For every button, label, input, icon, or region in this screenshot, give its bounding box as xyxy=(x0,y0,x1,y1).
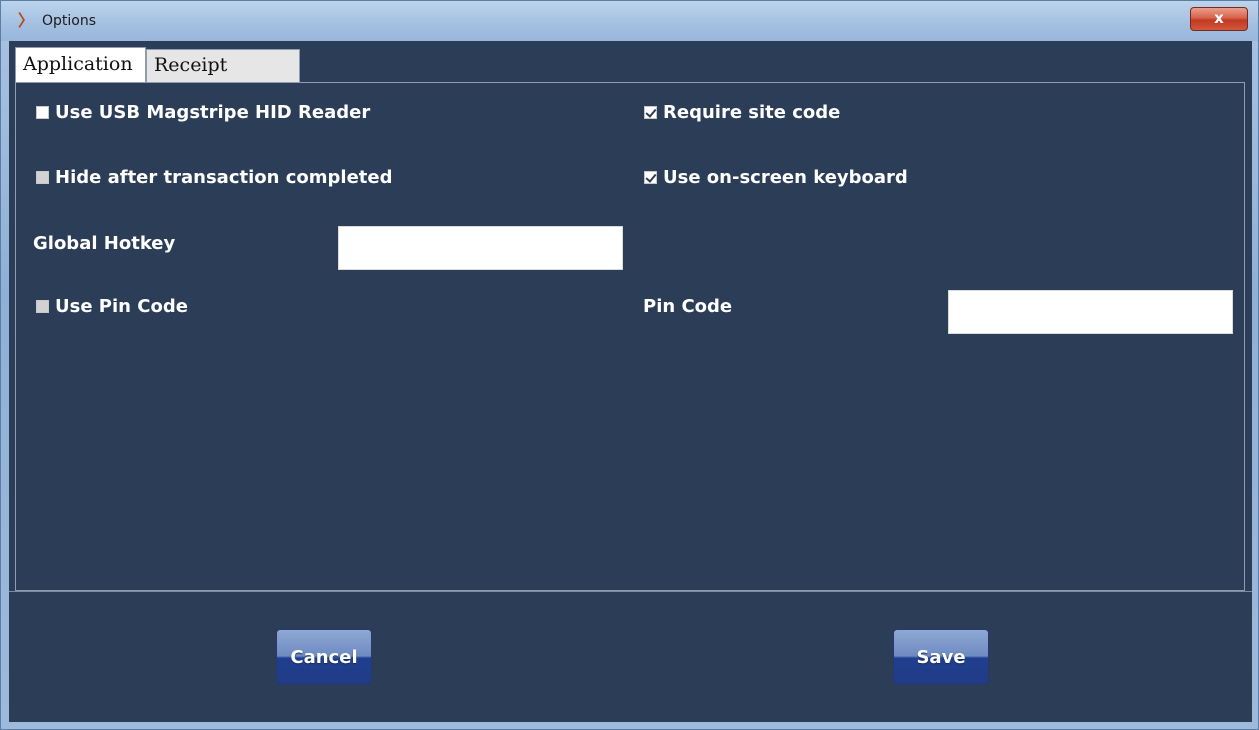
cancel-button[interactable]: Cancel xyxy=(276,629,372,685)
checkbox-box[interactable] xyxy=(644,106,657,119)
checkbox-box[interactable] xyxy=(644,171,657,184)
app-logo-icon: 〉 xyxy=(18,11,35,30)
footer-divider xyxy=(9,591,1252,592)
tab-receipt-printer[interactable]: Receipt Printer xyxy=(146,49,300,107)
pin-code-label: Pin Code xyxy=(643,296,733,317)
require-site-code-checkbox[interactable]: Require site code xyxy=(644,102,840,123)
title-bar[interactable]: 〉 Options x xyxy=(1,1,1258,41)
checkbox-box[interactable] xyxy=(36,300,49,313)
use-onscreen-keyboard-checkbox[interactable]: Use on-screen keyboard xyxy=(644,167,908,188)
dialog-client-area: Receipt Printer Application Use USB Mags… xyxy=(9,41,1252,722)
use-pin-code-label: Use Pin Code xyxy=(55,296,188,317)
tab-application[interactable]: Application xyxy=(15,47,146,83)
window-title: Options xyxy=(42,13,97,29)
pin-code-input[interactable] xyxy=(948,290,1233,334)
hide-after-transaction-label: Hide after transaction completed xyxy=(55,167,393,188)
hide-after-transaction-checkbox[interactable]: Hide after transaction completed xyxy=(36,167,392,188)
use-onscreen-keyboard-label: Use on-screen keyboard xyxy=(663,167,908,188)
require-site-code-label: Require site code xyxy=(663,102,841,123)
global-hotkey-input[interactable] xyxy=(338,226,623,270)
use-usb-magstripe-checkbox[interactable]: Use USB Magstripe HID Reader xyxy=(36,102,370,123)
checkbox-box[interactable] xyxy=(36,171,49,184)
close-button[interactable]: x xyxy=(1190,7,1248,31)
application-settings-panel: Use USB Magstripe HID Reader Require sit… xyxy=(15,82,1245,591)
tab-strip: Receipt Printer Application xyxy=(9,41,1252,107)
use-usb-magstripe-label: Use USB Magstripe HID Reader xyxy=(55,102,371,123)
options-window: 〉 Options x Receipt Printer Application … xyxy=(0,0,1259,730)
global-hotkey-label: Global Hotkey xyxy=(33,233,176,254)
checkbox-box[interactable] xyxy=(36,106,49,119)
save-button[interactable]: Save xyxy=(893,629,989,685)
use-pin-code-checkbox[interactable]: Use Pin Code xyxy=(36,296,188,317)
